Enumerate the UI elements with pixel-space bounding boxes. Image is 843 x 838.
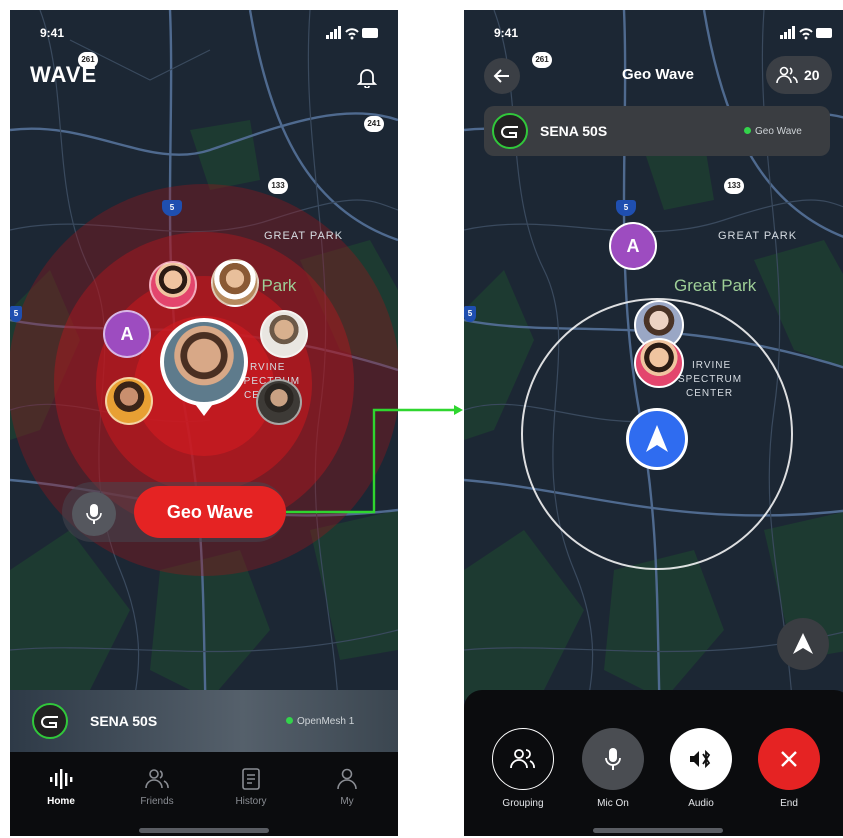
friends-icon	[145, 769, 169, 789]
device-bar[interactable]: SENA 50S OpenMesh 1	[10, 690, 398, 752]
call-control-panel: Grouping Mic On Audio End	[464, 690, 843, 836]
group-icon	[776, 66, 798, 84]
tab-my[interactable]: My	[312, 768, 382, 807]
home-indicator	[593, 828, 723, 833]
avatar-pin-tail	[195, 404, 213, 416]
tab-home[interactable]: Home	[26, 768, 96, 807]
grouping-label: Grouping	[502, 798, 544, 809]
map-label-great-park: GREAT PARK	[264, 230, 344, 242]
grouping-button[interactable]: Grouping	[490, 728, 556, 809]
map-label-great-park: GREAT PARK	[718, 230, 798, 242]
tab-label: Home	[47, 796, 75, 807]
signal-wifi-battery-icon	[780, 26, 832, 40]
mic-button[interactable]	[72, 492, 116, 536]
home-screen: 9:41 WAVE 261 241 133 5 5 GREAT PARK t P…	[10, 10, 398, 836]
grouping-icon	[510, 749, 535, 769]
letter-avatar[interactable]: A	[609, 222, 657, 270]
interstate-shield: 5	[464, 306, 476, 322]
device-name: SENA 50S	[90, 713, 158, 729]
friend-avatar[interactable]	[260, 310, 308, 358]
friend-avatar[interactable]	[149, 261, 197, 309]
bluetooth-audio-icon	[690, 749, 711, 769]
tab-bar: Home Friends History My	[10, 752, 398, 836]
end-circle	[758, 728, 820, 790]
friend-avatar[interactable]	[634, 338, 684, 388]
geo-wave-control: Geo Wave	[62, 482, 286, 542]
geo-wave-button[interactable]: Geo Wave	[134, 486, 286, 538]
route-shield: 261	[78, 52, 98, 68]
mic-on-button[interactable]: Mic On	[580, 728, 646, 809]
online-dot	[286, 717, 293, 724]
mic-icon	[86, 504, 102, 524]
device-status-label: OpenMesh 1	[297, 716, 355, 727]
end-label: End	[780, 798, 798, 809]
my-position-marker	[626, 408, 688, 470]
history-icon	[242, 768, 260, 790]
status-bar: 9:41	[464, 24, 843, 42]
tab-label: Friends	[140, 796, 174, 807]
end-button[interactable]: End	[756, 728, 822, 809]
bell-icon[interactable]	[356, 66, 378, 88]
letter-avatar[interactable]: A	[103, 310, 151, 358]
audio-circle	[670, 728, 732, 790]
members-button[interactable]: 20	[766, 56, 832, 94]
home-indicator	[139, 828, 269, 833]
navigation-arrow-icon	[793, 633, 813, 654]
status-time: 9:41	[494, 26, 519, 40]
route-shield: 241	[364, 116, 384, 132]
route-shield: 133	[724, 178, 744, 194]
sena-logo-icon	[32, 703, 68, 739]
status-time: 9:41	[40, 26, 65, 40]
member-count: 20	[804, 67, 820, 83]
device-name: SENA 50S	[540, 123, 608, 139]
online-dot	[744, 127, 751, 134]
geo-wave-screen: 9:41 261 133 5 5 Geo Wave 20 SENA 50S Ge	[464, 10, 843, 836]
map-label-park: Great Park	[674, 276, 757, 295]
tab-friends[interactable]: Friends	[122, 768, 192, 807]
profile-icon	[337, 768, 357, 790]
tab-label: History	[235, 796, 267, 807]
tab-label: My	[340, 796, 354, 807]
audio-button[interactable]: Audio	[668, 728, 734, 809]
map-label-irvine: RVINE	[250, 362, 286, 373]
friend-avatar[interactable]	[211, 259, 259, 307]
tab-history[interactable]: History	[216, 768, 286, 807]
device-status-label: Geo Wave	[755, 126, 802, 137]
device-card[interactable]: SENA 50S Geo Wave	[484, 106, 830, 156]
interstate-shield: 5	[10, 306, 22, 322]
device-status: Geo Wave	[744, 126, 802, 137]
home-wave-icon	[50, 769, 73, 789]
audio-label: Audio	[688, 798, 714, 809]
friend-avatar[interactable]	[105, 377, 153, 425]
friend-avatar[interactable]	[256, 379, 302, 425]
my-location-avatar[interactable]	[160, 318, 248, 406]
navigation-arrow-icon	[646, 425, 668, 452]
interstate-shield: 5	[616, 200, 636, 216]
recenter-button[interactable]	[777, 618, 829, 670]
device-status: OpenMesh 1	[286, 716, 354, 727]
mic-circle	[582, 728, 644, 790]
sena-logo-icon	[492, 113, 528, 149]
interstate-shield: 5	[162, 200, 182, 216]
signal-wifi-battery-icon	[326, 26, 378, 40]
mic-icon	[605, 748, 621, 770]
status-bar: 9:41	[10, 24, 398, 42]
mic-on-label: Mic On	[597, 798, 629, 809]
close-icon	[781, 751, 797, 767]
route-shield: 133	[268, 178, 288, 194]
grouping-circle	[492, 728, 554, 790]
